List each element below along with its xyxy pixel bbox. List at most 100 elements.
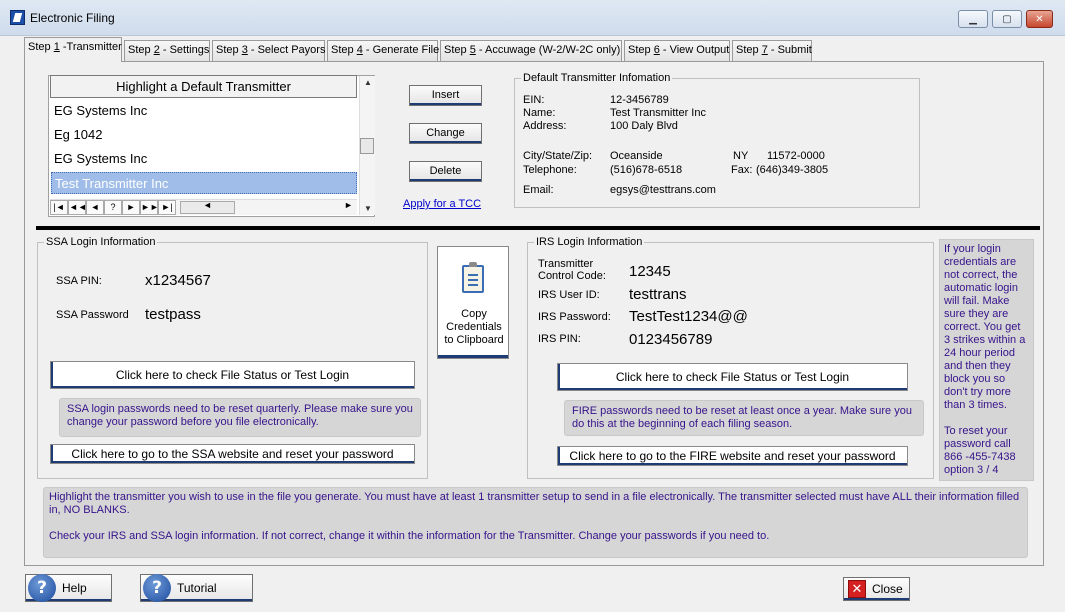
maximize-button[interactable]: ▢ [992,10,1022,28]
section-divider [36,226,1040,230]
app-icon [10,10,25,25]
tcc-label: Transmitter [538,258,594,270]
fax-label: Fax: [731,164,753,176]
maximize-icon: ▢ [1002,13,1012,25]
scroll-down-arrow-icon[interactable]: ▼ [360,204,376,213]
scroll-up-arrow-icon[interactable]: ▲ [360,78,376,87]
email-value: egsys@testtrans.com [610,184,716,196]
ssa-password-label: SSA Password [56,309,129,321]
clipboard-icon [462,262,484,293]
close-icon: ✕ [848,580,866,598]
ssa-password-note: SSA login passwords need to be reset qua… [59,398,421,437]
list-item[interactable]: EG Systems Inc [51,100,357,122]
transmitter-list-header[interactable]: Highlight a Default Transmitter [50,75,357,98]
tab-step-6[interactable]: Step 6 - View Output [624,40,730,61]
next-record-icon[interactable]: ► [122,200,140,215]
tab-label: Step [331,44,357,56]
prev-record-icon[interactable]: ◄ [86,200,104,215]
tab-label: Step [736,44,762,56]
insert-button[interactable]: Insert [409,85,482,106]
address-value: 100 Daly Blvd [610,120,678,132]
default-transmitter-group [514,78,920,208]
close-x-icon: ✕ [1035,13,1044,25]
list-scroll-thumb[interactable] [360,138,374,154]
group-title: IRS Login Information [534,236,645,248]
irs-check-status-button[interactable]: Click here to check File Status or Test … [557,363,908,391]
delete-button[interactable]: Delete [409,161,482,182]
name-value: Test Transmitter Inc [610,107,706,119]
instructions-text: Highlight the transmitter you wish to us… [49,491,1020,516]
ssa-pin-label: SSA PIN: [56,275,102,287]
irs-user-value: testtrans [629,286,687,303]
apply-tcc-link[interactable]: Apply for a TCC [403,198,481,210]
tab-step-2[interactable]: Step 2 - Settings [124,40,210,61]
help-record-icon[interactable]: ? [104,200,122,215]
first-record-icon[interactable]: |◄ [50,200,68,215]
telephone-value: (516)678-6518 [610,164,683,176]
tab-label: - Select Payors [247,44,326,56]
window-title: Electronic Filing [30,11,115,25]
tab-step-1[interactable]: Step 1 -Transmitter [24,37,122,62]
title-bar [0,0,1065,36]
state-value: NY [733,150,749,162]
list-item[interactable]: Eg 1042 [51,124,357,146]
irs-password-value: TestTest1234@@ [629,308,748,325]
tutorial-button-label: Tutorial [177,581,217,595]
list-item[interactable]: EG Systems Inc [51,148,357,170]
tab-label: - Generate File [362,44,440,56]
login-warning-text: If your login credentials are not correc… [944,243,1026,411]
fax-value: (646)349-3805 [756,164,829,176]
tab-label: -Transmitter [59,41,122,53]
tab-step-5[interactable]: Step 5 - Accuwage (W-2/W-2C only) [440,40,622,61]
group-title: Default Transmitter Infomation [521,72,673,84]
fire-website-button[interactable]: Click here to go to the FIRE website and… [557,446,908,466]
close-button[interactable]: ✕ Close [843,577,910,601]
tab-label: Step [216,44,242,56]
help-button[interactable]: ? Help [25,574,112,602]
ein-label: EIN: [523,94,545,106]
tab-label: - View Output [659,44,730,56]
change-button[interactable]: Change [409,123,482,144]
name-label: Name: [523,107,556,119]
close-button-label: Close [872,582,903,596]
minimize-button[interactable]: ▁ [958,10,988,28]
zip-value: 11572-0000 [767,150,825,162]
city-label: City/State/Zip: [523,150,593,162]
irs-pin-label: IRS PIN: [538,333,581,345]
tab-step-4[interactable]: Step 4 - Generate File [327,40,440,61]
record-navigator: |◄ ◄◄ ◄ ? ► ►► ►| ◄ ► [50,199,357,215]
irs-password-label: IRS Password: [538,311,611,323]
copy-credentials-button[interactable]: Copy Credentials to Clipboard [437,246,509,359]
prev-page-icon[interactable]: ◄◄ [68,200,87,215]
tab-step-7[interactable]: Step 7 - Submit [732,40,812,61]
copy-button-line2: Credentials [446,321,502,333]
window-close-button[interactable]: ✕ [1026,10,1053,28]
login-warning-note: If your login credentials are not correc… [939,239,1034,481]
next-page-icon[interactable]: ►► [140,200,159,215]
tab-label: Step [128,44,154,56]
instructions-note: Highlight the transmitter you wish to us… [43,487,1028,558]
list-item-selected[interactable]: Test Transmitter Inc [51,172,357,194]
group-title: SSA Login Information [44,236,158,248]
copy-button-line3: to Clipboard [444,334,504,346]
tab-step-3[interactable]: Step 3 - Select Payors [212,40,325,61]
tcc-value: 12345 [629,263,671,280]
irs-user-label: IRS User ID: [538,289,600,301]
ssa-check-status-button[interactable]: Click here to check File Status or Test … [50,361,415,389]
last-record-icon[interactable]: ►| [158,200,176,215]
tab-label: Step [628,44,654,56]
reset-password-text: To reset your password call 866 -455-743… [944,425,1016,476]
telephone-label: Telephone: [523,164,577,176]
tab-label: Step [28,41,54,53]
scroll-left-arrow-icon[interactable]: ◄ [203,200,212,210]
scroll-right-arrow-icon[interactable]: ► [344,200,353,210]
question-mark-icon: ? [143,574,171,602]
tutorial-button[interactable]: ? Tutorial [140,574,253,602]
irs-pin-value: 0123456789 [629,331,713,348]
ein-value: 12-3456789 [610,94,669,106]
ssa-pin-value: x1234567 [145,272,211,289]
tab-label: - Submit [767,44,812,56]
ssa-website-button[interactable]: Click here to go to the SSA website and … [50,444,415,464]
tcc-label: Control Code: [538,270,606,282]
copy-button-line1: Copy [461,308,487,320]
